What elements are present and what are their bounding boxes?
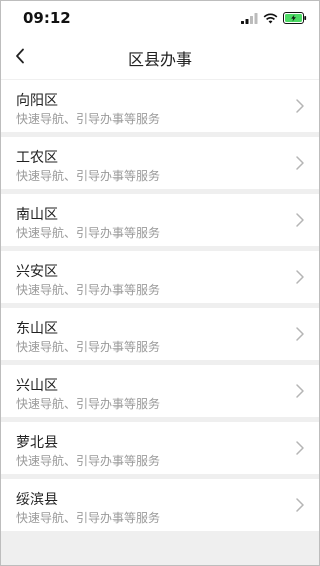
- app-screen: 09:12 区县办事 向阳区 快速导航、引导办事等服务 工农区 快速导航、引导办…: [0, 0, 320, 566]
- status-bar: 09:12: [1, 1, 319, 33]
- navigation-bar: 区县办事: [1, 33, 319, 80]
- status-time: 09:12: [23, 9, 71, 27]
- district-description: 快速导航、引导办事等服务: [16, 397, 161, 411]
- district-list: 向阳区 快速导航、引导办事等服务 工农区 快速导航、引导办事等服务 南山区 快速…: [1, 80, 319, 531]
- district-description: 快速导航、引导办事等服务: [16, 340, 161, 354]
- district-item-xingshan[interactable]: 兴山区 快速导航、引导办事等服务: [1, 365, 319, 417]
- district-description: 快速导航、引导办事等服务: [16, 511, 161, 525]
- district-item-nanshan[interactable]: 南山区 快速导航、引导办事等服务: [1, 194, 319, 246]
- page-title: 区县办事: [127, 50, 192, 69]
- battery-charging-icon: [283, 12, 307, 24]
- signal-icon: [241, 12, 258, 24]
- district-name: 东山区: [16, 321, 58, 337]
- chevron-right-icon: [296, 270, 304, 284]
- status-icons: [241, 11, 307, 25]
- district-description: 快速导航、引导办事等服务: [16, 226, 161, 240]
- chevron-right-icon: [296, 441, 304, 455]
- district-name: 工农区: [16, 150, 58, 166]
- chevron-right-icon: [296, 213, 304, 227]
- district-item-xingan[interactable]: 兴安区 快速导航、引导办事等服务: [1, 251, 319, 303]
- chevron-right-icon: [296, 156, 304, 170]
- district-name: 兴安区: [16, 264, 58, 280]
- district-item-dongshan[interactable]: 东山区 快速导航、引导办事等服务: [1, 308, 319, 360]
- district-name: 绥滨县: [16, 492, 58, 508]
- district-name: 向阳区: [16, 93, 58, 109]
- district-item-xiangyang[interactable]: 向阳区 快速导航、引导办事等服务: [1, 80, 319, 132]
- chevron-right-icon: [296, 498, 304, 512]
- chevron-right-icon: [296, 99, 304, 113]
- wifi-icon: [263, 13, 278, 23]
- district-item-suibin[interactable]: 绥滨县 快速导航、引导办事等服务: [1, 479, 319, 531]
- district-description: 快速导航、引导办事等服务: [16, 283, 161, 297]
- chevron-right-icon: [296, 384, 304, 398]
- district-description: 快速导航、引导办事等服务: [16, 454, 161, 468]
- district-description: 快速导航、引导办事等服务: [16, 112, 161, 126]
- district-item-luobei[interactable]: 萝北县 快速导航、引导办事等服务: [1, 422, 319, 474]
- district-description: 快速导航、引导办事等服务: [16, 169, 161, 183]
- district-name: 南山区: [16, 207, 58, 223]
- district-item-gongnong[interactable]: 工农区 快速导航、引导办事等服务: [1, 137, 319, 189]
- district-name: 兴山区: [16, 378, 58, 394]
- district-name: 萝北县: [16, 435, 58, 451]
- chevron-right-icon: [296, 327, 304, 341]
